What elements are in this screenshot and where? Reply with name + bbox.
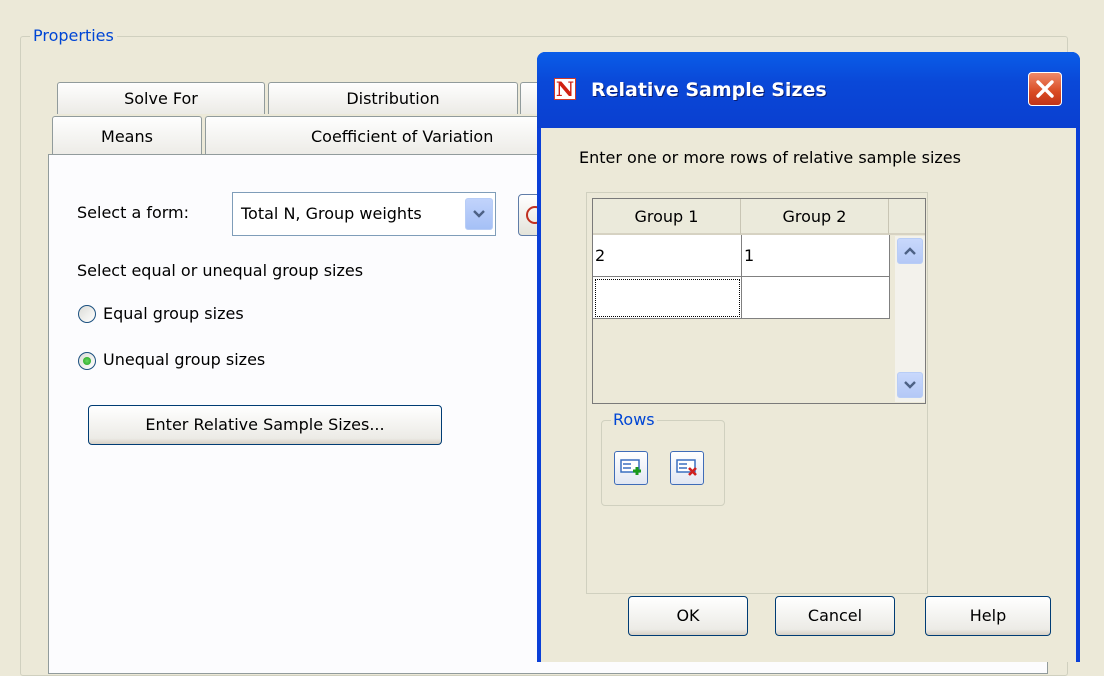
dialog-body: Enter one or more rows of relative sampl… bbox=[541, 128, 1076, 662]
sample-size-table: Group 1 Group 2 2 1 bbox=[592, 198, 926, 404]
properties-legend: Properties bbox=[30, 26, 117, 46]
rows-legend: Rows bbox=[611, 410, 657, 429]
enter-relative-sample-sizes-button[interactable]: Enter Relative Sample Sizes... bbox=[88, 405, 442, 445]
table-cell[interactable] bbox=[742, 277, 890, 319]
form-select[interactable]: Total N, Group weights bbox=[232, 192, 496, 236]
chevron-down-icon[interactable] bbox=[465, 198, 493, 230]
tab-means-label: Means bbox=[101, 127, 153, 146]
table-cell[interactable] bbox=[593, 277, 742, 319]
app-logo-icon: N bbox=[554, 77, 576, 101]
radio-selected-dot bbox=[83, 357, 91, 365]
tab-distribution-label: Distribution bbox=[346, 89, 440, 108]
equal-group-sizes-label[interactable]: Equal group sizes bbox=[103, 304, 244, 323]
tab-cv-label: Coefficient of Variation bbox=[311, 127, 494, 146]
column-header-filler bbox=[889, 199, 925, 235]
dialog-titlebar[interactable]: N Relative Sample Sizes bbox=[537, 52, 1080, 128]
cancel-button[interactable]: Cancel bbox=[775, 596, 895, 636]
table-container: Group 1 Group 2 2 1 Rows bbox=[586, 192, 928, 594]
dialog-title: Relative Sample Sizes bbox=[591, 79, 827, 101]
tab-distribution[interactable]: Distribution bbox=[268, 82, 518, 114]
column-header-group-2[interactable]: Group 2 bbox=[741, 199, 889, 235]
help-button[interactable]: Help bbox=[925, 596, 1051, 636]
delete-row-icon bbox=[676, 459, 697, 476]
table-cell[interactable]: 2 bbox=[593, 235, 742, 277]
tab-solve-for[interactable]: Solve For bbox=[57, 82, 265, 114]
form-select-value: Total N, Group weights bbox=[241, 204, 422, 223]
rows-group bbox=[601, 420, 725, 506]
equal-group-sizes-radio[interactable] bbox=[78, 305, 96, 323]
scroll-down-icon[interactable] bbox=[897, 372, 923, 398]
tab-solve-for-label: Solve For bbox=[124, 89, 198, 108]
group-sizes-label: Select equal or unequal group sizes bbox=[77, 261, 364, 280]
unequal-group-sizes-radio[interactable] bbox=[78, 352, 96, 370]
relative-sample-sizes-dialog: N Relative Sample Sizes Enter one or mor… bbox=[537, 52, 1080, 662]
ok-button[interactable]: OK bbox=[628, 596, 748, 636]
tab-means[interactable]: Means bbox=[52, 116, 202, 156]
scroll-up-icon[interactable] bbox=[897, 238, 923, 264]
add-row-icon bbox=[620, 459, 641, 475]
column-header-group-1[interactable]: Group 1 bbox=[593, 199, 741, 235]
close-button[interactable] bbox=[1028, 72, 1062, 106]
delete-row-button[interactable] bbox=[670, 451, 704, 485]
add-row-button[interactable] bbox=[614, 451, 648, 485]
vertical-scrollbar[interactable] bbox=[895, 236, 925, 402]
form-label: Select a form: bbox=[77, 203, 190, 222]
close-icon bbox=[1036, 80, 1054, 98]
tab-coefficient-of-variation[interactable]: Coefficient of Variation bbox=[205, 116, 545, 156]
instruction-text: Enter one or more rows of relative sampl… bbox=[579, 148, 961, 167]
table-cell[interactable]: 1 bbox=[742, 235, 890, 277]
unequal-group-sizes-label[interactable]: Unequal group sizes bbox=[103, 350, 265, 369]
